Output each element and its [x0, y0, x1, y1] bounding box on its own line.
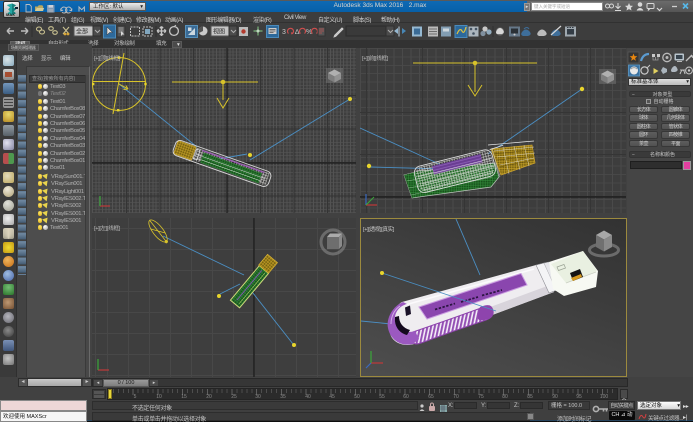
svg-text:全部: 全部: [76, 28, 88, 36]
svg-text:3: 3: [282, 29, 286, 36]
svg-text:视图: 视图: [213, 28, 225, 36]
